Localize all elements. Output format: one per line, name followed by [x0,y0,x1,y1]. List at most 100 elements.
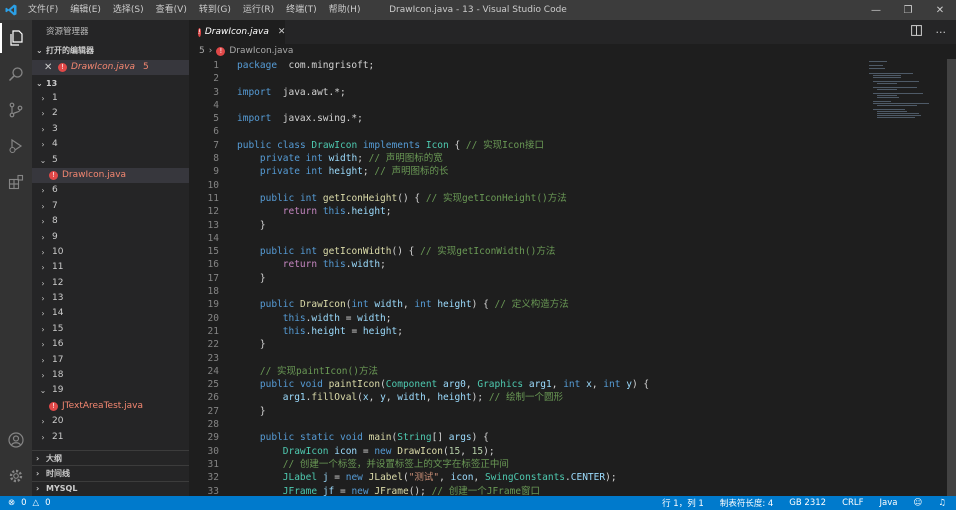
line-number: 2 [213,73,219,85]
minimize-icon[interactable]: — [860,0,892,20]
code-token: ); [605,472,617,484]
tree-folder[interactable]: › 21 [32,430,189,445]
tree-folder[interactable]: › 13 [32,291,189,306]
account-icon[interactable] [0,425,32,455]
source-control-icon[interactable] [0,95,32,125]
tree-folder[interactable]: › 11 [32,260,189,275]
tree-file[interactable]: ! DrawIcon.java [32,167,189,184]
code-editor[interactable]: 1 package com.mingrisoft; 2 3 import java.aw… [189,59,869,496]
tree-folder[interactable]: › 4 [32,137,189,152]
scrollbar-thumb[interactable] [947,59,956,496]
minimap[interactable] [869,59,947,496]
chevron-down-icon: ⌄ [39,155,47,165]
menu-item-5[interactable]: 运行(R) [237,0,280,20]
code-token: main [368,432,392,444]
menu-item-7[interactable]: 帮助(H) [323,0,367,20]
search-icon[interactable] [0,59,32,89]
code-token: JFrame [282,485,318,497]
tree-folder[interactable]: › 1 [32,91,189,106]
tree-folder[interactable]: › 12 [32,276,189,291]
code-token: import [237,113,272,125]
tree-folder[interactable]: › 18 [32,368,189,383]
extensions-icon[interactable] [0,167,32,197]
tree-folder[interactable]: › 16 [32,337,189,352]
code-token: = [328,472,346,484]
code-line: 12 return this.height; [189,205,869,218]
tree-folder[interactable]: ⌄ 19 [32,383,189,398]
tree-folder[interactable]: › 10 [32,245,189,260]
menu-item-2[interactable]: 选择(S) [107,0,150,20]
restore-icon[interactable]: ❐ [892,0,924,20]
line-content: public int getIconWidth() { // 实现getIcon… [237,245,555,258]
tree-folder[interactable]: › 20 [32,414,189,429]
line-content: DrawIcon icon = new DrawIcon(15, 15); [237,445,495,458]
code-token: paintIcon [328,379,381,391]
open-editors-header[interactable]: ⌄ 打开的编辑器 [32,44,189,58]
more-actions-icon[interactable]: ··· [936,26,947,39]
code-token: ) { [631,379,650,391]
notifications-bell-icon[interactable]: ♫ [938,498,946,508]
language-mode[interactable]: Java [880,498,898,508]
tab-size[interactable]: 制表符长度: 4 [720,497,773,509]
chevron-right-icon: › [41,232,45,242]
problems-indicator[interactable]: ⊗ 0 △ 0 [0,498,51,508]
tree-folder[interactable]: › 15 [32,322,189,337]
code-token: icon [450,472,474,484]
line-number: 30 [207,445,219,457]
code-line: 15 public int getIconWidth() { // 实现getI… [189,245,869,258]
vertical-scrollbar[interactable] [947,59,956,496]
tree-folder[interactable]: › 8 [32,214,189,229]
line-content: this.width = width; [237,312,392,325]
breadcrumb-file[interactable]: DrawIcon.java [229,46,293,56]
line-content: private int height; // 声明图标的长 [237,165,449,178]
split-editor-icon[interactable] [910,25,922,39]
code-token: = [345,325,363,337]
chevron-down-icon: ⌄ [39,386,47,396]
cursor-position[interactable]: 行 1，列 1 [662,497,704,509]
line-content: private int width; // 声明图标的宽 [237,152,443,165]
settings-gear-icon[interactable] [0,461,32,491]
sidebar-section-header[interactable]: › 时间线 [32,466,189,482]
tree-folder[interactable]: ⌄ 5 [32,153,189,168]
open-editor-item[interactable]: ✕ ! DrawIcon.java 5 [32,60,189,76]
menu-item-0[interactable]: 文件(F) [22,0,64,20]
end-of-line[interactable]: CRLF [842,498,863,508]
code-line: 14 [189,232,869,245]
line-number: 19 [207,299,219,311]
tree-folder[interactable]: › 2 [32,106,189,121]
file-encoding[interactable]: GB 2312 [789,498,826,508]
code-token: () { [397,192,426,204]
run-debug-icon[interactable] [0,131,32,161]
tab-drawicon[interactable]: ! DrawIcon.java ✕ [189,20,285,44]
tree-folder[interactable]: › 3 [32,122,189,137]
tree-folder[interactable]: › 9 [32,230,189,245]
tree-folder[interactable]: › 17 [32,353,189,368]
tree-file[interactable]: ! JTextAreaTest.java [32,399,189,414]
line-content: public DrawIcon(int width, int height) {… [237,298,569,311]
tree-folder[interactable]: › 14 [32,306,189,321]
menu-item-1[interactable]: 编辑(E) [64,0,107,20]
code-line: 1 package com.mingrisoft; [189,59,869,72]
sidebar-section-header[interactable]: › MYSQL [32,482,189,498]
close-icon[interactable]: ✕ [924,0,956,20]
tree-folder[interactable]: › 6 [32,183,189,198]
code-token: // 声明图标的宽 [368,153,443,165]
code-line: 16 return this.width; [189,258,869,271]
tree-folder[interactable]: › 7 [32,199,189,214]
feedback-icon[interactable]: ☺ [914,498,923,508]
menu-item-4[interactable]: 转到(G) [193,0,237,20]
code-token: this [322,206,346,218]
close-editor-icon[interactable]: ✕ [44,60,58,75]
explorer-icon[interactable] [0,23,32,53]
breadcrumb-folder[interactable]: 5 [199,46,205,56]
tree-label: JTextAreaTest.java [62,400,144,411]
code-line: 32 JLabel j = new JLabel("测试", icon, Swi… [189,471,869,484]
code-line: 4 [189,99,869,112]
menu-item-6[interactable]: 终端(T) [280,0,323,20]
code-token: Component [385,379,438,391]
workspace-header[interactable]: ⌄ 13 [32,77,189,91]
close-tab-icon[interactable]: ✕ [278,27,286,37]
line-content: import java.awt.*; [237,86,346,99]
sidebar-section-header[interactable]: › 大纲 [32,451,189,467]
menu-item-3[interactable]: 查看(V) [150,0,193,20]
